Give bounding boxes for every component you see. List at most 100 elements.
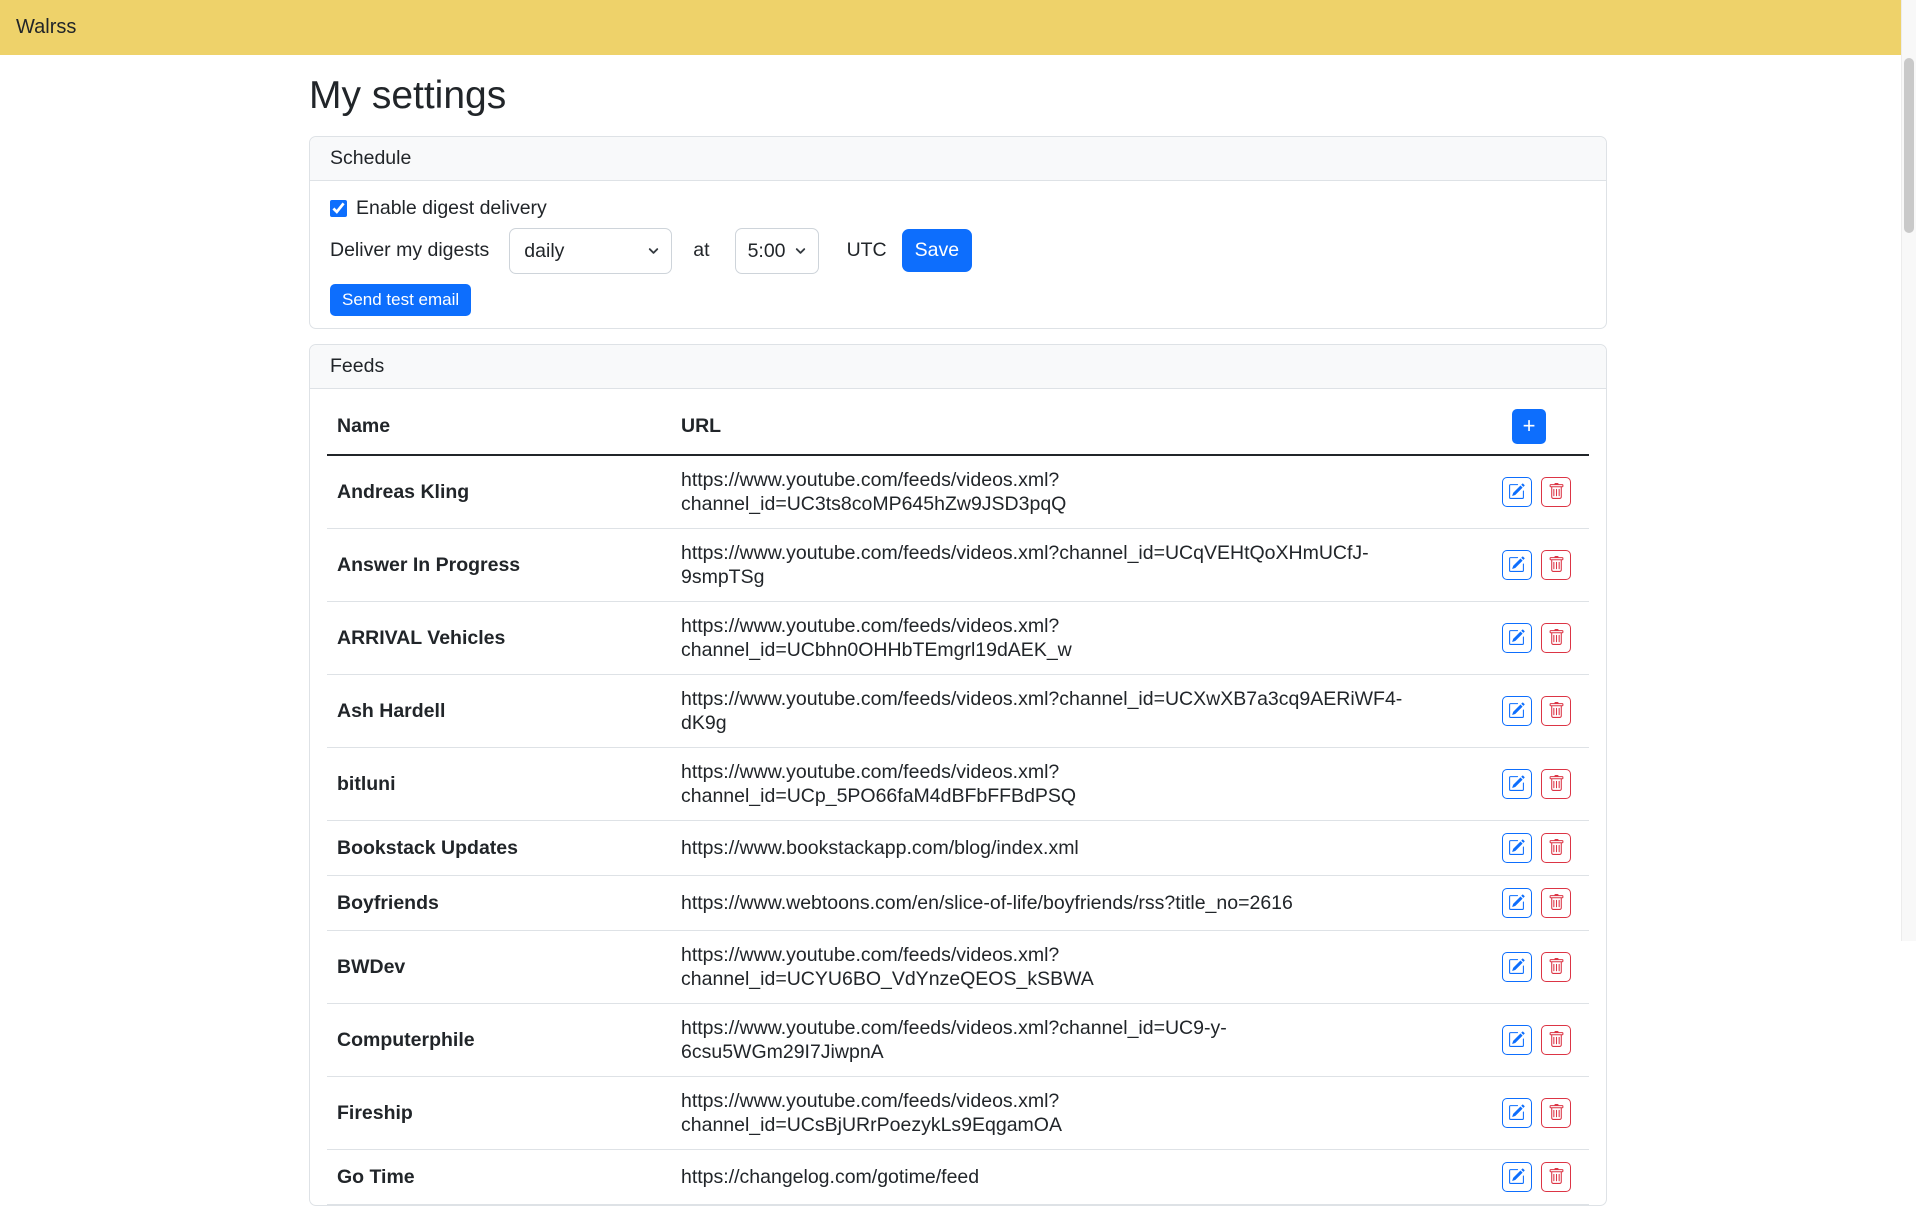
pencil-icon	[1508, 775, 1525, 792]
feeds-card-header: Feeds	[310, 345, 1606, 389]
table-row: Ash Hardell https://www.youtube.com/feed…	[327, 674, 1589, 747]
table-header-row: Name URL +	[327, 389, 1589, 455]
edit-feed-button[interactable]	[1502, 769, 1532, 799]
feed-url: https://www.youtube.com/feeds/videos.xml…	[671, 1076, 1431, 1149]
feed-actions	[1431, 875, 1589, 930]
delete-feed-button[interactable]	[1541, 1162, 1571, 1192]
delete-feed-button[interactable]	[1541, 888, 1571, 918]
schedule-card-body: Enable digest delivery Deliver my digest…	[310, 181, 1606, 328]
frequency-select[interactable]: daily	[509, 228, 672, 274]
pencil-icon	[1508, 894, 1525, 911]
delete-feed-button[interactable]	[1541, 1025, 1571, 1055]
feed-url: https://www.youtube.com/feeds/videos.xml…	[671, 1003, 1431, 1076]
feed-actions	[1431, 674, 1589, 747]
feed-url: https://www.webtoons.com/en/slice-of-lif…	[671, 875, 1431, 930]
edit-feed-button[interactable]	[1502, 623, 1532, 653]
send-test-email-button[interactable]: Send test email	[330, 284, 471, 316]
trash-icon	[1548, 629, 1565, 646]
delete-feed-button[interactable]	[1541, 696, 1571, 726]
feed-url: https://www.youtube.com/feeds/videos.xml…	[671, 674, 1431, 747]
feed-actions	[1431, 1003, 1589, 1076]
enable-digest-label[interactable]: Enable digest delivery	[356, 197, 547, 220]
feed-actions	[1431, 930, 1589, 1003]
delete-feed-button[interactable]	[1541, 550, 1571, 580]
edit-feed-button[interactable]	[1502, 550, 1532, 580]
save-button[interactable]: Save	[902, 229, 972, 272]
table-row: Computerphile https://www.youtube.com/fe…	[327, 1003, 1589, 1076]
utc-label: UTC	[847, 239, 887, 262]
feed-actions	[1431, 455, 1589, 529]
feed-name: bitluni	[327, 747, 671, 820]
feed-url: https://www.bookstackapp.com/blog/index.…	[671, 820, 1431, 875]
feed-name: Answer In Progress	[327, 528, 671, 601]
deliver-label: Deliver my digests	[330, 239, 489, 262]
feed-name: Boyfriends	[327, 875, 671, 930]
trash-icon	[1548, 775, 1565, 792]
main-content: My settings Schedule Enable digest deliv…	[309, 55, 1607, 1206]
at-label: at	[693, 239, 709, 262]
page-title: My settings	[309, 73, 1607, 120]
deliver-row: Deliver my digests daily at 5:00 UTC Sav…	[330, 228, 1586, 274]
enable-digest-row: Enable digest delivery	[330, 197, 1586, 220]
edit-feed-button[interactable]	[1502, 1162, 1532, 1192]
table-row: Andreas Kling https://www.youtube.com/fe…	[327, 455, 1589, 529]
trash-icon	[1548, 894, 1565, 911]
delete-feed-button[interactable]	[1541, 1098, 1571, 1128]
feeds-table: Name URL + Andreas Kling https://www.you…	[310, 389, 1606, 1205]
trash-icon	[1548, 1031, 1565, 1048]
pencil-icon	[1508, 556, 1525, 573]
column-header-url: URL	[671, 389, 1431, 455]
brand[interactable]: Walrss	[16, 16, 76, 39]
column-header-name: Name	[327, 389, 671, 455]
schedule-card: Schedule Enable digest delivery Deliver …	[309, 136, 1607, 329]
pencil-icon	[1508, 839, 1525, 856]
feed-name: Fireship	[327, 1076, 671, 1149]
trash-icon	[1548, 556, 1565, 573]
pencil-icon	[1508, 702, 1525, 719]
edit-feed-button[interactable]	[1502, 952, 1532, 982]
feed-name: Andreas Kling	[327, 455, 671, 529]
feed-url: https://www.youtube.com/feeds/videos.xml…	[671, 528, 1431, 601]
edit-feed-button[interactable]	[1502, 833, 1532, 863]
feed-url: https://www.youtube.com/feeds/videos.xml…	[671, 455, 1431, 529]
feeds-card: Feeds Name URL + Andreas Kling https://w…	[309, 344, 1607, 1206]
feed-url: https://www.youtube.com/feeds/videos.xml…	[671, 747, 1431, 820]
pencil-icon	[1508, 1104, 1525, 1121]
pencil-icon	[1508, 1031, 1525, 1048]
edit-feed-button[interactable]	[1502, 477, 1532, 507]
navbar: Walrss	[0, 0, 1916, 55]
enable-digest-checkbox[interactable]	[330, 200, 347, 217]
table-row: ARRIVAL Vehicles https://www.youtube.com…	[327, 601, 1589, 674]
trash-icon	[1548, 958, 1565, 975]
feed-url: https://changelog.com/gotime/feed	[671, 1149, 1431, 1204]
trash-icon	[1548, 1168, 1565, 1185]
delete-feed-button[interactable]	[1541, 623, 1571, 653]
feed-actions	[1431, 1149, 1589, 1204]
edit-feed-button[interactable]	[1502, 696, 1532, 726]
scrollbar-thumb[interactable]	[1904, 58, 1914, 233]
edit-feed-button[interactable]	[1502, 1025, 1532, 1055]
delete-feed-button[interactable]	[1541, 769, 1571, 799]
add-feed-button[interactable]: +	[1512, 409, 1546, 444]
pencil-icon	[1508, 1168, 1525, 1185]
delete-feed-button[interactable]	[1541, 952, 1571, 982]
delete-feed-button[interactable]	[1541, 833, 1571, 863]
feed-name: Ash Hardell	[327, 674, 671, 747]
pencil-icon	[1508, 958, 1525, 975]
feed-name: Go Time	[327, 1149, 671, 1204]
edit-feed-button[interactable]	[1502, 888, 1532, 918]
feed-url: https://www.youtube.com/feeds/videos.xml…	[671, 930, 1431, 1003]
scrollbar[interactable]	[1901, 0, 1916, 941]
schedule-card-header: Schedule	[310, 137, 1606, 181]
delete-feed-button[interactable]	[1541, 477, 1571, 507]
pencil-icon	[1508, 483, 1525, 500]
trash-icon	[1548, 483, 1565, 500]
table-row: Go Time https://changelog.com/gotime/fee…	[327, 1149, 1589, 1204]
table-row: BWDev https://www.youtube.com/feeds/vide…	[327, 930, 1589, 1003]
trash-icon	[1548, 702, 1565, 719]
table-row: Boyfriends https://www.webtoons.com/en/s…	[327, 875, 1589, 930]
edit-feed-button[interactable]	[1502, 1098, 1532, 1128]
time-select[interactable]: 5:00	[735, 228, 819, 274]
feed-actions	[1431, 528, 1589, 601]
feed-url: https://www.youtube.com/feeds/videos.xml…	[671, 601, 1431, 674]
